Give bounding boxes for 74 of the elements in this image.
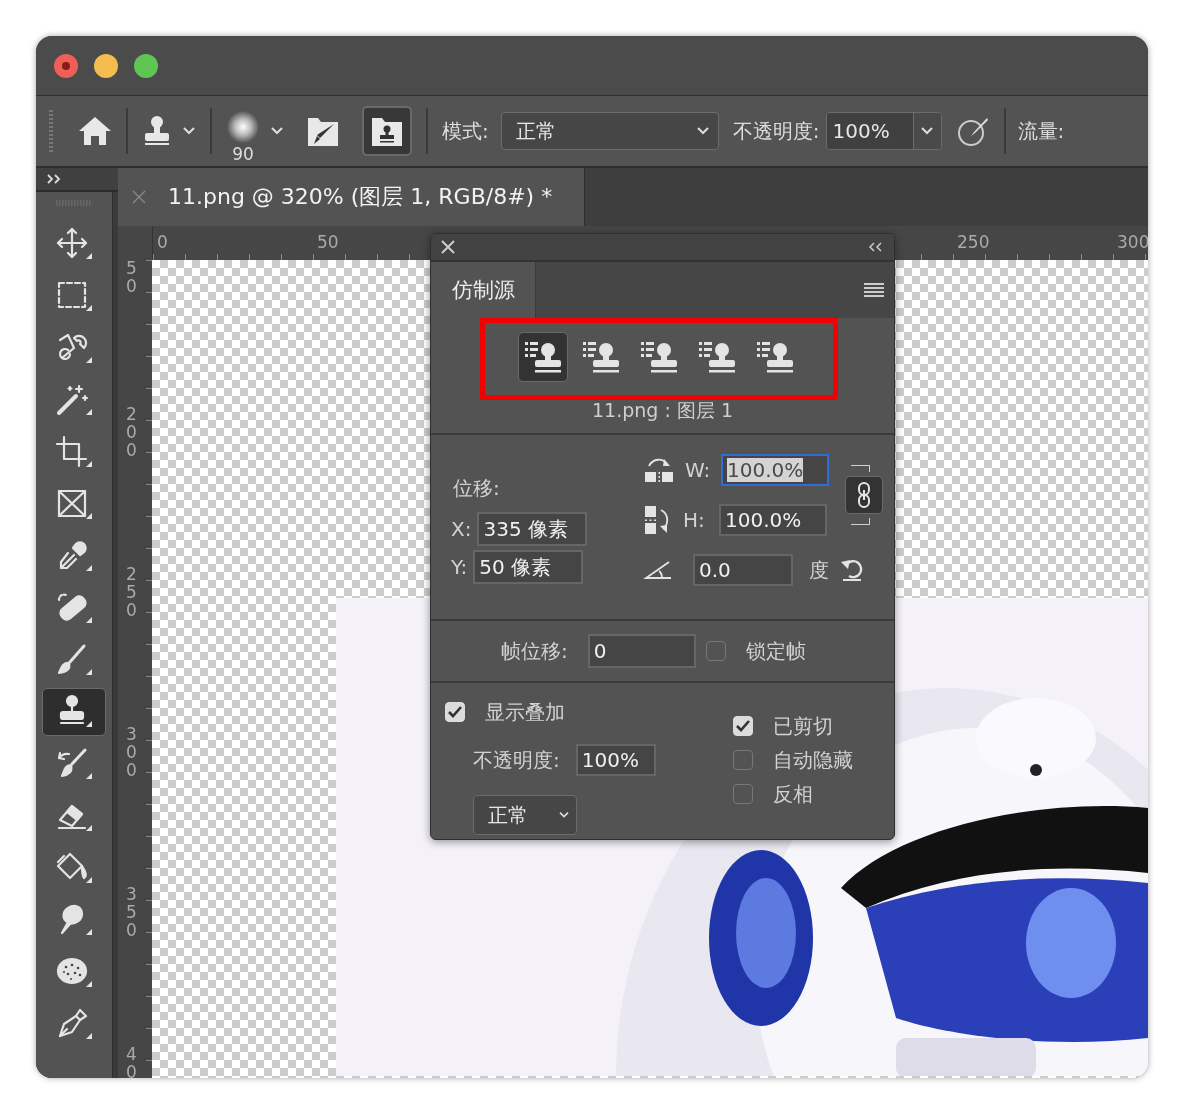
ruler-label: 250 — [957, 232, 990, 252]
option-label: 反相 — [773, 780, 813, 808]
ruler-label: 300 — [1117, 232, 1148, 252]
stamp-list-icon — [522, 340, 563, 374]
ruler-label: 40 — [126, 1046, 137, 1078]
minimize-window-button[interactable] — [94, 53, 118, 78]
crop-icon — [54, 434, 94, 470]
caret-icon[interactable] — [182, 126, 196, 136]
close-window-button[interactable] — [54, 53, 78, 78]
tool-button[interactable] — [42, 688, 106, 736]
angle-icon[interactable] — [643, 560, 673, 580]
ruler-label: 200 — [126, 406, 137, 460]
brush-size: 90 — [232, 144, 254, 164]
flip-horizontal-icon[interactable] — [643, 456, 675, 484]
panel-tab[interactable]: 仿制源 — [431, 262, 536, 318]
ruler-label: 50 — [126, 260, 137, 296]
overlay-opacity-label: 不透明度: — [473, 746, 560, 774]
y-label: Y: — [451, 555, 468, 579]
menu-icon[interactable] — [864, 283, 884, 297]
checkbox[interactable] — [733, 784, 753, 804]
ruler-label: 0 — [157, 232, 168, 252]
toggle-button[interactable] — [362, 106, 412, 156]
expand-icon[interactable] — [46, 174, 62, 184]
bucket-icon — [54, 850, 94, 886]
ruler-label: 250 — [126, 566, 137, 620]
frame-offset-field[interactable]: 0 — [587, 634, 696, 668]
height-label: H: — [683, 508, 706, 532]
offset-label: 位移: — [453, 475, 501, 502]
caret-icon — [558, 811, 570, 819]
show-overlay-label: 显示叠加 — [485, 698, 565, 726]
mode-label: 模式: — [442, 117, 489, 145]
brush-preview-icon[interactable] — [226, 110, 260, 144]
degree-label: 度 — [809, 556, 829, 584]
opacity-label: 不透明度: — [732, 117, 820, 145]
y-offset-field[interactable]: 50 像素 — [473, 550, 584, 584]
height-field[interactable]: 100.0% — [719, 504, 827, 536]
close-icon[interactable] — [441, 240, 455, 254]
stamp-list-icon — [696, 340, 737, 374]
x-offset-field[interactable]: 335 像素 — [477, 512, 588, 546]
clone-source-button[interactable] — [517, 332, 568, 382]
width-label: W: — [685, 458, 711, 482]
move-icon — [54, 226, 94, 262]
stamp-icon[interactable] — [142, 115, 172, 147]
lock-frame-label: 锁定帧 — [745, 637, 806, 665]
stamp-list-icon — [580, 340, 621, 374]
frame-offset-label: 帧位移: — [501, 637, 568, 665]
stamp-list-icon — [638, 340, 679, 374]
option-label: 自动隐藏 — [773, 746, 853, 774]
document-tab[interactable]: 11.png @ 320% (图层 1, RGB/8#) * — [118, 168, 585, 226]
reset-icon[interactable] — [839, 558, 865, 582]
ruler-label: 350 — [126, 886, 137, 940]
caret-icon — [695, 126, 710, 136]
ruler-label: 50 — [317, 232, 339, 252]
grip-handle[interactable] — [48, 109, 54, 153]
checkbox[interactable] — [705, 641, 726, 661]
collapse-icon[interactable] — [868, 242, 882, 252]
blend-mode-dropdown[interactable]: 正常 — [473, 795, 577, 835]
x-label: X: — [451, 517, 472, 541]
angle-field[interactable]: 0.0 — [693, 554, 793, 586]
overlay-opacity-field[interactable]: 100% — [575, 744, 656, 776]
option-label: 已剪切 — [773, 712, 833, 740]
magic-wand-icon — [54, 382, 94, 418]
link-icon — [857, 481, 871, 509]
flow-label: 流量: — [1017, 117, 1065, 145]
link-button[interactable] — [845, 476, 883, 514]
mode-dropdown[interactable]: 正常 — [500, 112, 719, 150]
checkbox[interactable] — [733, 750, 753, 770]
source-label: 11.png : 图层 1 — [592, 400, 733, 420]
width-field[interactable]: 100.0% — [721, 454, 829, 486]
caret-icon[interactable] — [270, 126, 284, 136]
ruler-label: 300 — [126, 726, 137, 780]
home-icon[interactable] — [78, 116, 112, 146]
zoom-window-button[interactable] — [134, 53, 158, 78]
stamp-list-icon — [754, 340, 795, 374]
